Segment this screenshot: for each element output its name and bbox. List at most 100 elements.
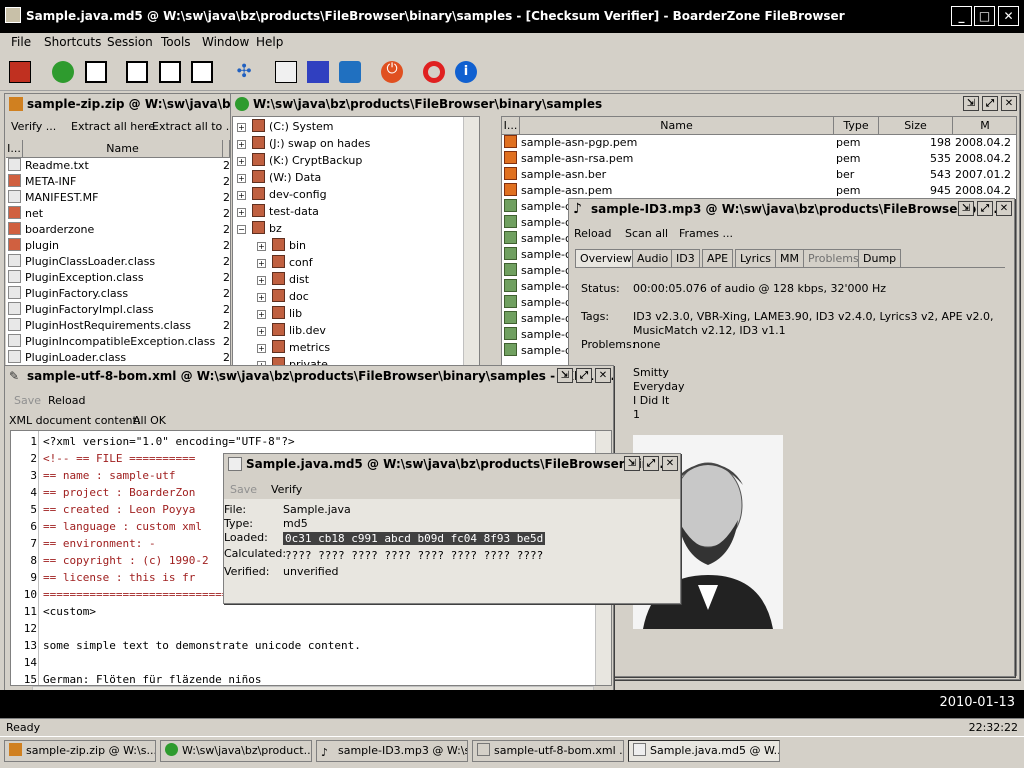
file-row[interactable]: sample-ce bbox=[504, 247, 578, 263]
list-item[interactable]: PluginFactoryImpl.class 2 bbox=[8, 302, 230, 318]
list-item[interactable]: PluginHostRequirements.class 2 bbox=[8, 318, 230, 334]
file-row[interactable]: sample-asn.pem pem 945 2008.04.2 bbox=[504, 183, 1016, 199]
md5-maximize-button[interactable]: ⤢ bbox=[643, 456, 659, 471]
expand-icon[interactable]: + bbox=[257, 310, 266, 319]
tab-lyrics[interactable]: Lyrics bbox=[735, 249, 776, 267]
tree-node[interactable]: + (J:) swap on hades bbox=[237, 136, 370, 152]
expand-icon[interactable]: + bbox=[257, 259, 266, 268]
tree-node[interactable]: + lib.dev bbox=[257, 323, 326, 339]
md5-verify-button[interactable]: Verify bbox=[271, 483, 302, 496]
xml-window-title[interactable]: ✎ sample-utf-8-bom.xml @ W:\sw\java\bz\p… bbox=[5, 366, 613, 386]
xml-close-button[interactable]: ✕ bbox=[595, 368, 611, 383]
tree-node[interactable]: + lib bbox=[257, 306, 302, 322]
expand-icon[interactable]: + bbox=[257, 327, 266, 336]
file-row[interactable]: sample-co bbox=[504, 279, 578, 295]
task-xml[interactable]: sample-utf-8-bom.xml ... bbox=[472, 740, 624, 762]
task-browser[interactable]: W:\sw\java\bz\product... bbox=[160, 740, 312, 762]
tree-node[interactable]: + dev-config bbox=[237, 187, 327, 203]
col-icon[interactable]: I... bbox=[502, 117, 520, 135]
power-icon[interactable]: ⏻ bbox=[381, 61, 403, 83]
menu-file[interactable]: File bbox=[11, 35, 31, 49]
list-item[interactable]: PluginException.class 2 bbox=[8, 270, 230, 286]
expand-icon[interactable]: + bbox=[237, 123, 246, 132]
move-icon[interactable]: ✣ bbox=[233, 61, 255, 83]
notes-icon[interactable] bbox=[275, 61, 297, 83]
tree-node[interactable]: + test-data bbox=[237, 204, 319, 220]
xml-save-button[interactable]: Save bbox=[14, 394, 41, 407]
close-frame-button[interactable]: ✕ bbox=[1001, 96, 1017, 111]
expand-icon[interactable]: + bbox=[257, 293, 266, 302]
info-icon[interactable]: i bbox=[455, 61, 477, 83]
minimize-all-icon[interactable] bbox=[191, 61, 213, 83]
window-icon[interactable] bbox=[85, 61, 107, 83]
menu-window[interactable]: Window bbox=[202, 35, 249, 49]
xml-maximize-button[interactable]: ⤢ bbox=[576, 368, 592, 383]
file-row[interactable]: sample-asn-pgp.pem pem 198 2008.04.2 bbox=[504, 135, 1016, 151]
tree-node[interactable]: + (K:) CryptBackup bbox=[237, 153, 362, 169]
minimize-button[interactable]: _ bbox=[951, 6, 972, 26]
tree-node[interactable]: + metrics bbox=[257, 340, 330, 356]
exit-icon[interactable] bbox=[9, 61, 31, 83]
md5-window-title[interactable]: Sample.java.md5 @ W:\sw\java\bz\products… bbox=[224, 454, 680, 474]
col-type[interactable]: Type bbox=[834, 117, 879, 135]
maximize-frame-button[interactable]: ⤢ bbox=[982, 96, 998, 111]
list-item[interactable]: PluginIncompatibleException.class 2 bbox=[8, 334, 230, 350]
file-row[interactable]: sample-ce bbox=[504, 263, 578, 279]
expand-icon[interactable]: + bbox=[237, 208, 246, 217]
java-icon[interactable] bbox=[339, 61, 361, 83]
task-mp3[interactable]: ♪ sample-ID3.mp3 @ W:\s... bbox=[316, 740, 468, 762]
zip-col-icon[interactable]: I... bbox=[6, 140, 23, 158]
file-row[interactable]: sample-di bbox=[504, 295, 575, 311]
mp3-scan-all-button[interactable]: Scan all bbox=[625, 227, 668, 240]
file-row[interactable]: sample-asn-rsa.pem pem 535 2008.04.2 bbox=[504, 151, 1016, 167]
expand-icon[interactable]: + bbox=[237, 157, 246, 166]
expand-icon[interactable]: − bbox=[237, 225, 246, 234]
list-item[interactable]: META-INF 2 bbox=[8, 174, 230, 190]
expand-icon[interactable]: + bbox=[237, 191, 246, 200]
list-item[interactable]: net 2 bbox=[8, 206, 230, 222]
col-modified[interactable]: M bbox=[953, 117, 1016, 135]
list-item[interactable]: boarderzone 2 bbox=[8, 222, 230, 238]
task-zip[interactable]: sample-zip.zip @ W:\s... bbox=[4, 740, 156, 762]
cascade-icon[interactable] bbox=[126, 61, 148, 83]
tree-node[interactable]: + bin bbox=[257, 238, 306, 254]
col-size[interactable]: Size bbox=[879, 117, 953, 135]
expand-icon[interactable]: + bbox=[237, 174, 246, 183]
expand-icon[interactable]: + bbox=[257, 242, 266, 251]
xml-detach-button[interactable]: ⇲ bbox=[557, 368, 573, 383]
help-lifebuoy-icon[interactable] bbox=[423, 61, 445, 83]
mp3-frames-button[interactable]: Frames ... bbox=[679, 227, 733, 240]
zip-col-name[interactable]: Name bbox=[23, 140, 223, 158]
col-name[interactable]: Name bbox=[520, 117, 834, 135]
list-item[interactable]: Readme.txt 2 bbox=[8, 158, 230, 174]
md5-save-button[interactable]: Save bbox=[230, 483, 257, 496]
expand-icon[interactable]: + bbox=[257, 276, 266, 285]
menu-shortcuts[interactable]: Shortcuts bbox=[44, 35, 101, 49]
list-item[interactable]: PluginClassLoader.class 2 bbox=[8, 254, 230, 270]
mp3-close-button[interactable]: ✕ bbox=[996, 201, 1012, 216]
tab-problems[interactable]: Problems bbox=[803, 249, 864, 267]
tab-dump[interactable]: Dump bbox=[858, 249, 902, 267]
mp3-maximize-button[interactable]: ⤢ bbox=[977, 201, 993, 216]
browser-window-title[interactable]: W:\sw\java\bz\products\FileBrowser\binar… bbox=[231, 94, 1019, 114]
tree-icon[interactable] bbox=[52, 61, 74, 83]
close-button[interactable]: ✕ bbox=[998, 6, 1019, 26]
detach-button[interactable]: ⇲ bbox=[963, 96, 979, 111]
tree-scrollbar[interactable] bbox=[463, 117, 479, 367]
zip-col-size[interactable] bbox=[223, 140, 230, 158]
app-icon[interactable] bbox=[5, 7, 21, 23]
file-row[interactable]: sample-di bbox=[504, 311, 575, 327]
tab-ape[interactable]: APE bbox=[702, 249, 734, 267]
tab-mm[interactable]: MM bbox=[775, 249, 804, 267]
expand-icon[interactable]: + bbox=[257, 344, 266, 353]
task-md5[interactable]: Sample.java.md5 @ W... bbox=[628, 740, 780, 762]
tree-node[interactable]: + (W:) Data bbox=[237, 170, 321, 186]
tree-node[interactable]: + dist bbox=[257, 272, 309, 288]
tab-id3[interactable]: ID3 bbox=[671, 249, 700, 267]
zip-extract-here-button[interactable]: Extract all here bbox=[71, 120, 155, 133]
md5-close-button[interactable]: ✕ bbox=[662, 456, 678, 471]
file-row[interactable]: sample-di bbox=[504, 327, 575, 343]
file-row[interactable]: sample-ce bbox=[504, 231, 578, 247]
tile-icon[interactable] bbox=[159, 61, 181, 83]
md5-detach-button[interactable]: ⇲ bbox=[624, 456, 640, 471]
